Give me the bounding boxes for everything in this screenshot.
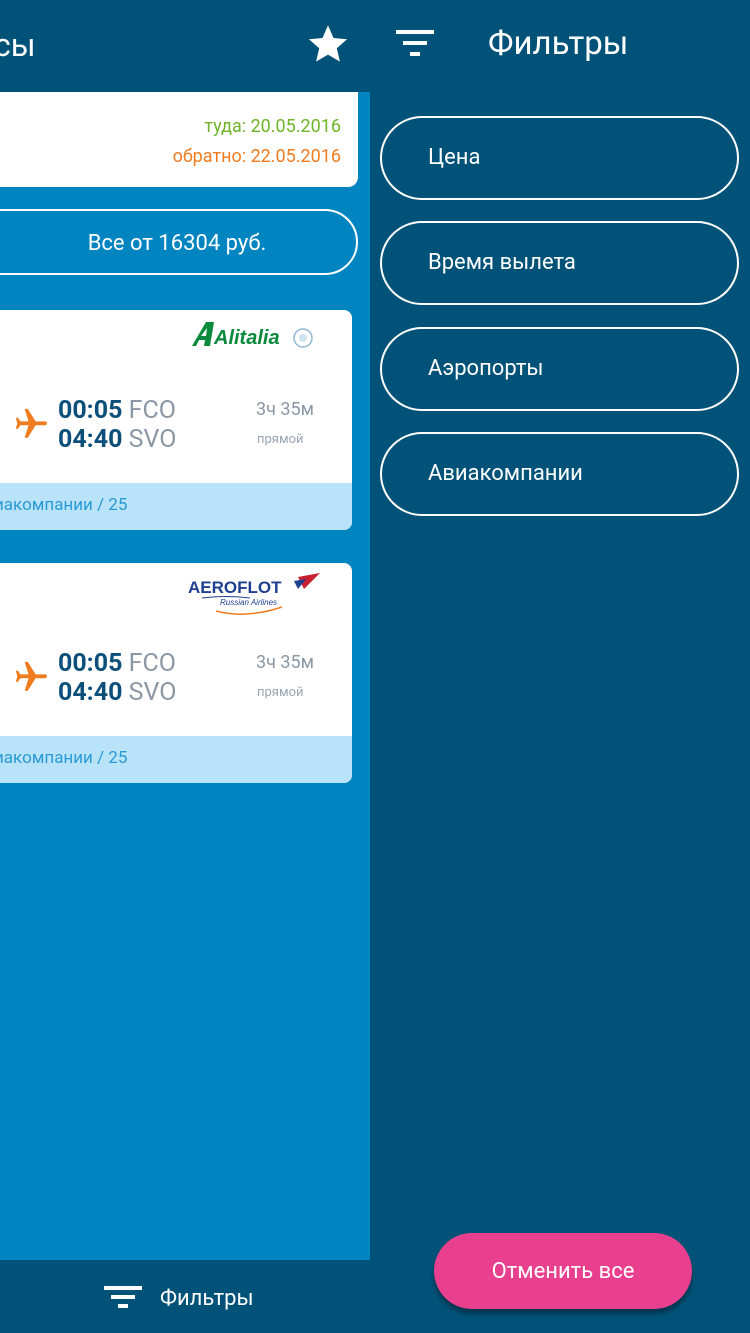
- bottom-filter-bar[interactable]: Фильтры: [0, 1260, 370, 1333]
- flight-card[interactable]: AEROFLOT Russian Airlines 00:05 FCO 04:4…: [0, 563, 352, 783]
- drawer-title: Фильтры: [488, 24, 629, 63]
- filter-airports-label: Аэропорты: [428, 356, 544, 381]
- filter-departure-time-button[interactable]: Время вылета: [380, 221, 739, 305]
- alitalia-logo: Alitalia: [192, 322, 313, 349]
- all-prices-label: Все от 16304 руб.: [87, 231, 267, 256]
- filter-price-button[interactable]: Цена: [380, 116, 739, 200]
- card-footer[interactable]: иакомпании / 25: [0, 483, 352, 530]
- filter-icon[interactable]: [394, 26, 436, 60]
- arrival-row: 04:40 SVO: [58, 425, 176, 454]
- filter-departure-time-label: Время вылета: [428, 250, 576, 275]
- departure-airport: FCO: [128, 396, 176, 425]
- filter-airlines-label: Авиакомпании: [428, 461, 583, 486]
- aeroflot-logo-subtext: Russian Airlines: [220, 598, 277, 607]
- flight-type: прямой: [257, 685, 304, 700]
- flight-duration: 3ч 35м: [256, 652, 314, 673]
- alitalia-logo-text: Alitalia: [213, 327, 280, 349]
- filter-price-label: Цена: [428, 145, 481, 170]
- aeroflot-logo-text: AEROFLOT: [188, 578, 282, 597]
- plane-icon: [15, 661, 48, 691]
- reset-all-label: Отменить все: [491, 1259, 635, 1284]
- filter-airlines-button[interactable]: Авиакомпании: [380, 432, 739, 516]
- departure-time: 00:05: [58, 649, 123, 678]
- app-toolbar: сы: [0, 0, 370, 92]
- flight-card[interactable]: Alitalia 00:05 FCO 04:40 SVO 3ч 35м прям…: [0, 310, 352, 530]
- departure-row: 00:05 FCO: [58, 649, 176, 678]
- filter-icon: [104, 1286, 142, 1308]
- arrival-airport: SVO: [128, 425, 177, 454]
- departure-time: 00:05: [58, 396, 123, 425]
- arrival-time: 04:40: [58, 425, 123, 454]
- reset-all-button[interactable]: Отменить все: [434, 1233, 692, 1309]
- filter-airports-button[interactable]: Аэропорты: [380, 327, 739, 411]
- dates-card: туда: 20.05.2016 обратно: 22.05.2016: [0, 92, 358, 187]
- star-icon[interactable]: [306, 22, 350, 66]
- bottom-filter-label: Фильтры: [160, 1286, 254, 1311]
- all-prices-button[interactable]: Все от 16304 руб.: [0, 209, 358, 275]
- arrival-row: 04:40 SVO: [58, 678, 176, 707]
- filters-drawer: Фильтры Цена Время вылета Аэропорты Авиа…: [370, 0, 750, 1333]
- card-footer-label: иакомпании / 25: [0, 748, 128, 768]
- arrival-airport: SVO: [128, 678, 177, 707]
- flight-type: прямой: [257, 432, 304, 447]
- card-footer[interactable]: иакомпании / 25: [0, 736, 352, 783]
- card-footer-label: иакомпании / 25: [0, 495, 128, 515]
- flight-duration: 3ч 35м: [256, 399, 314, 420]
- return-date: обратно: 22.05.2016: [172, 146, 341, 167]
- departure-airport: FCO: [128, 649, 176, 678]
- plane-icon: [15, 408, 48, 438]
- flights-panel: сы туда: 20.05.2016 обратно: 22.05.2016 …: [0, 0, 370, 1333]
- arrival-time: 04:40: [58, 678, 123, 707]
- outbound-date: туда: 20.05.2016: [204, 116, 341, 137]
- departure-row: 00:05 FCO: [58, 396, 176, 425]
- aeroflot-logo: AEROFLOT Russian Airlines: [188, 573, 320, 615]
- page-title: сы: [0, 26, 36, 64]
